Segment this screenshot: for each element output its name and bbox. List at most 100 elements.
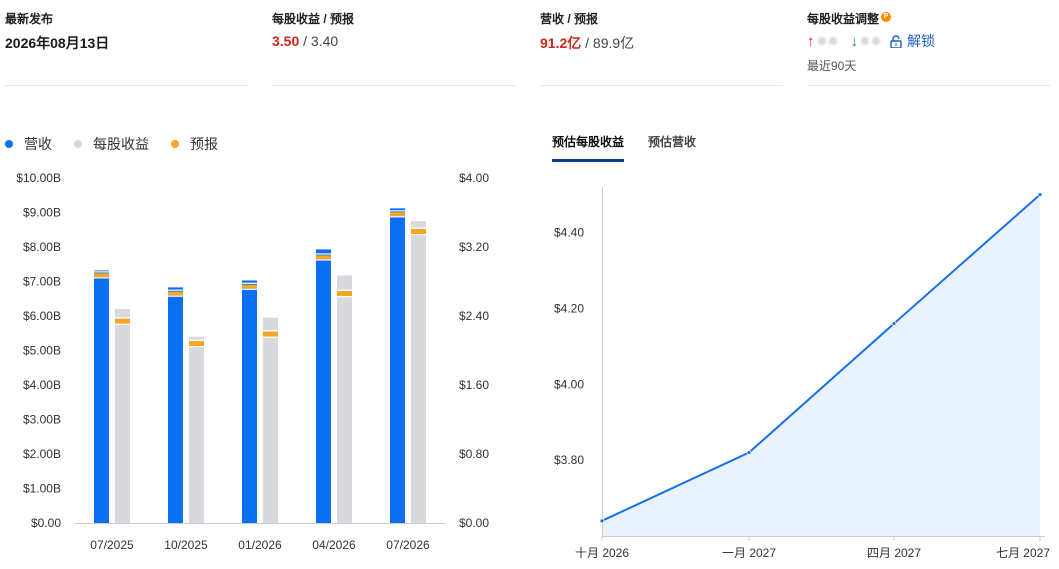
revenue-actual: 91.2亿 bbox=[540, 35, 582, 51]
adjust-period: 最近90天 bbox=[807, 59, 857, 73]
eps-forecast-marker bbox=[337, 291, 352, 297]
revenue-forecast-marker bbox=[94, 273, 109, 278]
eps-bar bbox=[189, 336, 204, 523]
revenue-forecast: 89.9亿 bbox=[592, 35, 635, 51]
forecast-marker-gap bbox=[168, 289, 183, 291]
eps-bar bbox=[115, 309, 130, 523]
pro-badge-icon: P bbox=[881, 12, 892, 22]
tab-estimated-eps[interactable]: 预估每股收益 bbox=[552, 133, 625, 162]
y-tick-label-left: $3.00B bbox=[23, 413, 61, 427]
adjust-title: 每股收益调整 P bbox=[807, 10, 892, 27]
legend-label: 营收 bbox=[24, 136, 52, 152]
legend-item-revenue[interactable]: 营收 bbox=[5, 134, 52, 154]
eps-separator: / bbox=[299, 33, 311, 49]
lock-icon[interactable] bbox=[890, 34, 902, 49]
x-tick-label: 四月 2027 bbox=[867, 546, 921, 560]
legend-label: 预报 bbox=[190, 136, 218, 152]
x-tick-label: 01/2026 bbox=[238, 538, 282, 552]
forecast-marker-gap bbox=[411, 227, 426, 229]
eps-forecast-marker bbox=[411, 228, 426, 234]
legend-dot-icon bbox=[5, 140, 13, 148]
revenue-bar bbox=[168, 287, 183, 523]
y-tick-label-left: $9.00B bbox=[23, 206, 61, 220]
legend-item-forecast[interactable]: 预报 bbox=[171, 134, 218, 154]
data-point bbox=[891, 321, 897, 326]
x-tick-label: 04/2026 bbox=[312, 538, 356, 552]
divider bbox=[540, 85, 783, 86]
estimated-eps-chart: $3.80 $4.00 $4.20 $4.40 十月 2026 一月 2027 四月 202… bbox=[554, 187, 1050, 560]
forecast-marker-gap bbox=[390, 216, 405, 218]
release-title: 最新发布 bbox=[5, 12, 54, 26]
revenue-bar bbox=[390, 208, 405, 524]
revenue-forecast-marker bbox=[316, 255, 331, 260]
y-tick-label-left: $5.00B bbox=[23, 344, 61, 358]
card-release: 最新发布 2026年08月13日 bbox=[5, 0, 248, 86]
y-tick-label: $4.40 bbox=[554, 226, 584, 240]
y-tick-label: $3.80 bbox=[554, 453, 584, 467]
y-tick-label-right: $1.60 bbox=[459, 378, 489, 392]
forecast-marker-gap bbox=[94, 277, 109, 279]
y-tick-label-right: $3.20 bbox=[459, 240, 489, 254]
revenue-forecast-marker bbox=[242, 284, 257, 289]
y-tick-label-right: $0.80 bbox=[459, 447, 489, 461]
forecast-marker-gap bbox=[316, 253, 331, 255]
y-tick-label: $4.20 bbox=[554, 301, 584, 315]
card-revenue: 营收 / 预报 91.2亿 / 89.9亿 bbox=[540, 0, 783, 86]
forecast-marker-gap bbox=[189, 339, 204, 341]
revenue-bar bbox=[94, 270, 109, 523]
eps-actual: 3.50 bbox=[272, 33, 300, 49]
forecast-marker-gap bbox=[94, 271, 109, 273]
revenue-value: 91.2亿 / 89.9亿 bbox=[540, 33, 634, 53]
forecast-marker-gap bbox=[115, 323, 130, 325]
y-tick-label-left: $1.00B bbox=[23, 482, 61, 496]
eps-forecast: 3.40 bbox=[310, 33, 339, 49]
y-tick-label-right: $4.00 bbox=[459, 171, 489, 185]
y-tick-label-right: $0.00 bbox=[459, 516, 489, 530]
x-tick-label: 一月 2027 bbox=[722, 546, 776, 560]
forecast-marker-gap bbox=[337, 296, 352, 298]
forecast-marker-gap bbox=[189, 346, 204, 348]
eps-value: 3.50 / 3.40 bbox=[272, 33, 338, 49]
y-tick-label: $4.00 bbox=[554, 377, 584, 391]
revenue-title: 营收 / 预报 bbox=[540, 12, 599, 26]
area-fill bbox=[602, 194, 1040, 536]
y-tick-label-left: $8.00B bbox=[23, 240, 61, 254]
forecast-marker-gap bbox=[263, 330, 278, 332]
y-tick-label-left: $0.00 bbox=[31, 516, 61, 530]
y-tick-label-left: $2.00B bbox=[23, 447, 61, 461]
blurred-value bbox=[828, 37, 837, 45]
blurred-value bbox=[872, 37, 880, 45]
divider bbox=[272, 85, 516, 86]
forecast-marker-gap bbox=[168, 295, 183, 297]
card-eps: 每股收益 / 预报 3.50 / 3.40 bbox=[272, 0, 516, 86]
x-tick-label: 10/2025 bbox=[164, 538, 208, 552]
card-eps-adjust: 每股收益调整 P ↑ ↓ 解锁 最近90天 bbox=[807, 0, 1050, 86]
x-tick-label: 七月 2027 bbox=[996, 546, 1050, 560]
x-tick-label: 十月 2026 bbox=[575, 546, 629, 560]
y-tick-label-left: $7.00B bbox=[23, 275, 61, 289]
estimate-tabs: 预估每股收益 预估营收 bbox=[552, 133, 720, 162]
eps-forecast-marker bbox=[189, 341, 204, 347]
eps-bar bbox=[411, 221, 426, 523]
data-point bbox=[599, 518, 605, 524]
eps-bar bbox=[337, 275, 352, 523]
revenue-forecast-marker bbox=[168, 291, 183, 296]
tab-estimated-revenue[interactable]: 预估营收 bbox=[648, 133, 696, 162]
unlock-link[interactable]: 解锁 bbox=[907, 31, 935, 51]
revenue-bar bbox=[316, 249, 331, 523]
eps-forecast-marker bbox=[263, 331, 278, 337]
x-tick-label: 07/2025 bbox=[90, 538, 134, 552]
divider bbox=[5, 85, 248, 86]
data-point bbox=[746, 450, 752, 455]
earnings-bar-chart: $0.00 $1.00B $2.00B $3.00B $4.00B $5.00B $6.00… bbox=[16, 171, 489, 552]
forecast-marker-gap bbox=[337, 289, 352, 291]
legend-item-eps[interactable]: 每股收益 bbox=[74, 134, 149, 154]
adjust-row: ↑ ↓ 解锁 bbox=[807, 31, 935, 51]
forecast-marker-gap bbox=[115, 317, 130, 319]
forecast-marker-gap bbox=[316, 259, 331, 261]
forecast-marker-gap bbox=[411, 233, 426, 236]
eps-title: 每股收益 / 预报 bbox=[272, 12, 355, 26]
arrow-down-icon: ↓ bbox=[850, 32, 859, 50]
eps-bar bbox=[263, 317, 278, 523]
forecast-marker-gap bbox=[242, 282, 257, 284]
